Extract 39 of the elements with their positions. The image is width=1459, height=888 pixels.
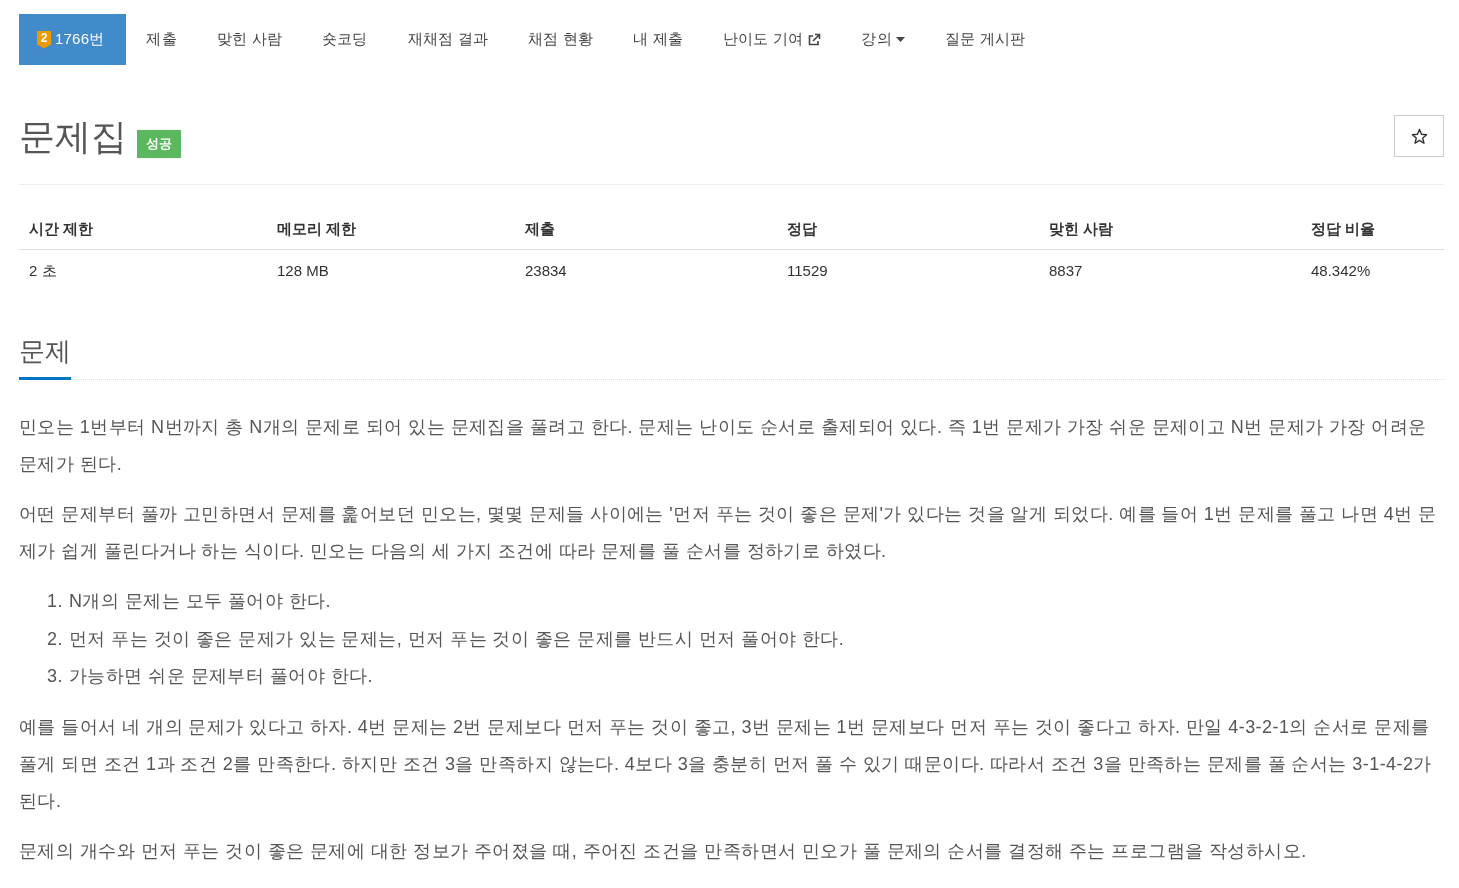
column-header: 메모리 제한 xyxy=(267,208,515,250)
nav-tab[interactable]: 맞힌 사람 xyxy=(196,14,302,65)
list-item-text: N개의 문제는 모두 풀어야 한다. xyxy=(68,590,332,613)
nav-tab[interactable]: 숏코딩 xyxy=(301,14,388,65)
caret-icon xyxy=(895,37,905,42)
nav-tab[interactable]: 난이도 기여 xyxy=(703,14,842,65)
table-cell: 11529 xyxy=(777,249,1039,291)
nav-tab[interactable]: 채점 현황 xyxy=(507,14,614,65)
nav-tab[interactable]: 내 제출 xyxy=(613,14,704,65)
paragraph: 문제의 개수와 먼저 푸는 것이 좋은 문제에 대한 정보가 주어졌을 때, 주어진 조건을 만족하면서 민오가 풀 문제의 순서를 결정해 주는 프로그램을 작성하시오. xyxy=(19,839,1308,863)
list-number: 1. xyxy=(47,590,63,613)
favorite-button[interactable] xyxy=(1394,115,1444,157)
table-cell: 2 초 xyxy=(19,249,267,291)
nav-tab[interactable]: 재채점 결과 xyxy=(387,14,508,65)
section-heading: 문제 xyxy=(19,333,71,380)
external-link-icon xyxy=(807,32,822,47)
list-item-text: 가능하면 쉬운 문제부터 풀어야 한다. xyxy=(68,665,373,688)
paragraph: 민오는 1번부터 N번까지 총 N개의 문제로 되어 있는 문제집을 풀려고 한다. 문제는 난이도 순서로 출제되어 있다. 즉 1번 문제가 가장 쉬운 문제이고 N번 문제가 가장 어려운 문제가 된다. xyxy=(19,416,1428,476)
column-header: 정답 비율 xyxy=(1301,208,1444,250)
problem-title: 문제집 xyxy=(19,115,127,159)
status-label: 성공 xyxy=(137,130,181,158)
paragraph: 예를 들어서 네 개의 문제가 있다고 하자. 4번 문제는 2번 문제보다 먼저 푸는 것이 좋고, 3번 문제는 1번 문제보다 먼저 푸는 것이 좋다고 하자. 만일 4-3-2-1의 순서로 문제를 풀게 되면 조건 1과 조건 2를 만족한다. 하지만 조건 3을 만족하지 않는다. 4보다 3을 충분히 먼저 풀 수 있기 때문이다. 따라서 조건 3을 만족하는 문제를 풀 순서는 3-1-4-2가 된다. xyxy=(19,715,1433,813)
table-cell: 23834 xyxy=(515,249,777,291)
column-header: 제출 xyxy=(515,208,777,250)
tier-badge: 2 xyxy=(37,30,51,49)
nav-tab[interactable]: 2 1766번 xyxy=(19,14,127,65)
list-number: 2. xyxy=(47,627,63,651)
nav-tab[interactable]: 강의 xyxy=(841,14,925,65)
nav-tab[interactable]: 제출 xyxy=(126,14,197,65)
paragraph: 어떤 문제부터 풀까 고민하면서 문제를 훑어보던 민오는, 몇몇 문제들 사이에는 '먼저 푸는 것이 좋은 문제'가 있다는 것을 알게 되었다. 예를 들어 1번 문제를 풀고 나면 4번 문제가 쉽게 풀린다거나 하는 식이다. 민오는 다음의 세 가지 조건에 따라 문제를 풀 순서를 정하기로 하였다. xyxy=(19,503,1438,563)
column-header: 정답 xyxy=(777,208,1039,250)
table-cell: 8837 xyxy=(1039,249,1301,291)
list-item-text: 먼저 푸는 것이 좋은 문제가 있는 문제는, 먼저 푸는 것이 좋은 문제를 반드시 먼저 풀어야 한다. xyxy=(68,627,845,651)
table-cell: 48.342% xyxy=(1301,249,1444,291)
nav-tab[interactable]: 질문 게시판 xyxy=(924,14,1046,65)
column-header: 맞힌 사람 xyxy=(1039,208,1301,250)
table-cell: 128 MB xyxy=(267,249,515,291)
column-header: 시간 제한 xyxy=(19,208,267,250)
list-number: 3. xyxy=(47,665,63,688)
